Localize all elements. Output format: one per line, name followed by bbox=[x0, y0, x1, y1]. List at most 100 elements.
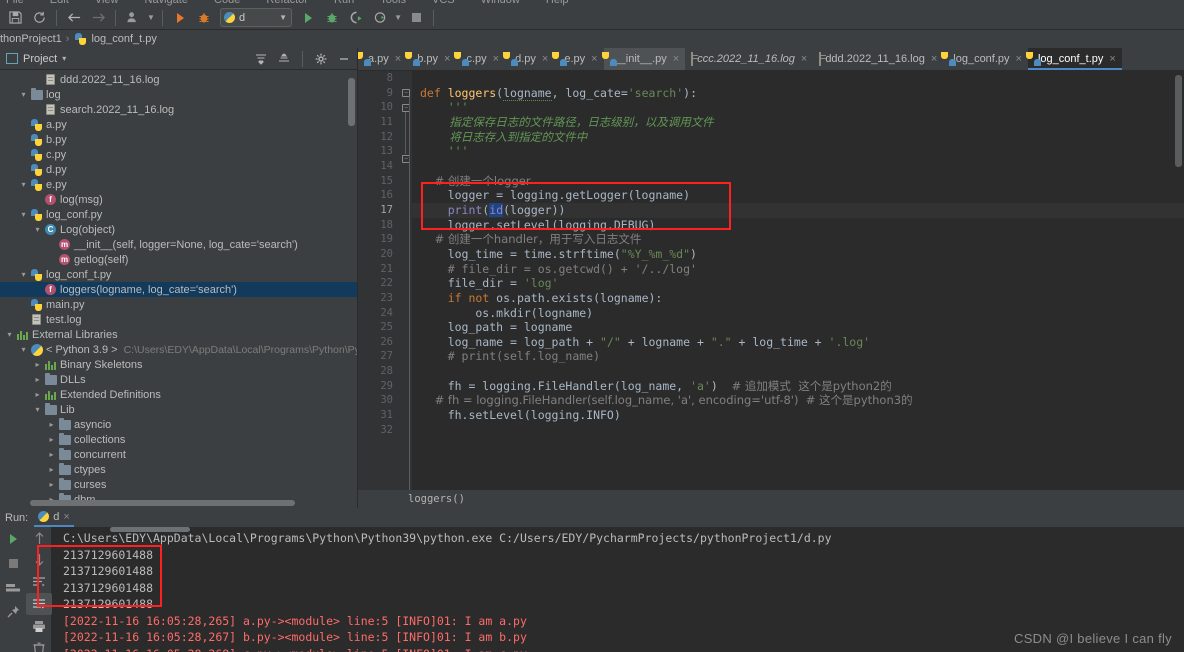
editor-tab[interactable]: ddd.2022_11_16.log × bbox=[813, 48, 943, 70]
editor-tab[interactable]: d.py × bbox=[503, 48, 554, 70]
code-line[interactable]: 将日志存入到指定的文件中 bbox=[412, 130, 1184, 145]
stop-process-icon[interactable] bbox=[0, 551, 26, 575]
tree-item[interactable]: c.py bbox=[0, 147, 357, 162]
code-line[interactable]: 指定保存日志的文件路径，日志级别，以及调用文件 bbox=[412, 115, 1184, 130]
code-line[interactable]: log_name = log_path + "/" + logname + ".… bbox=[412, 335, 1184, 350]
editor-tab[interactable]: b.py × bbox=[405, 48, 456, 70]
code-line[interactable] bbox=[412, 159, 1184, 174]
chevron-right-icon[interactable]: ▸ bbox=[32, 375, 43, 384]
close-icon[interactable]: × bbox=[444, 53, 450, 65]
back-arrow-icon[interactable] bbox=[63, 8, 85, 28]
code-folding-column[interactable]: − − − bbox=[400, 71, 412, 508]
code-line[interactable]: # fh = logging.FileHandler(self.log_name… bbox=[412, 393, 1184, 408]
code-line[interactable]: logger.setLevel(logging.DEBUG) bbox=[412, 218, 1184, 233]
chevron-right-icon[interactable]: ▸ bbox=[32, 360, 43, 369]
code-line[interactable]: log_path = logname bbox=[412, 320, 1184, 335]
editor-tab[interactable]: log_conf_t.py × bbox=[1025, 48, 1122, 70]
scroll-to-end-icon[interactable] bbox=[26, 593, 52, 615]
close-icon[interactable]: × bbox=[673, 53, 679, 65]
chevron-down-icon[interactable]: ▾ bbox=[32, 225, 43, 234]
editor-tab[interactable]: log_conf.py × bbox=[941, 48, 1028, 70]
tree-item[interactable]: search.2022_11_16.log bbox=[0, 102, 357, 117]
debug-green-icon[interactable] bbox=[321, 8, 343, 28]
chevron-right-icon[interactable]: ▸ bbox=[46, 420, 57, 429]
tree-item[interactable]: ▾ log_conf.py bbox=[0, 207, 357, 222]
editor-tab[interactable]: c.py × bbox=[454, 48, 505, 70]
tree-item[interactable]: m __init__(self, logger=None, log_cate='s… bbox=[0, 237, 357, 252]
code-line[interactable]: logger = logging.getLogger(logname) bbox=[412, 188, 1184, 203]
tree-item[interactable]: a.py bbox=[0, 117, 357, 132]
code-line[interactable]: def loggers(logname, log_cate='search'): bbox=[412, 85, 1184, 101]
code-content[interactable]: def loggers(logname, log_cate='search'):… bbox=[412, 71, 1184, 490]
close-icon[interactable]: × bbox=[931, 53, 937, 65]
tree-item[interactable]: ▸ dbm bbox=[0, 492, 357, 500]
chevron-right-icon[interactable]: ▸ bbox=[46, 465, 57, 474]
tree-item[interactable]: b.py bbox=[0, 132, 357, 147]
chevron-down-icon[interactable]: ▾ bbox=[18, 90, 29, 99]
code-line[interactable] bbox=[412, 364, 1184, 379]
tree-item[interactable]: ▸ Extended Definitions bbox=[0, 387, 357, 402]
tree-item[interactable]: ▸ curses bbox=[0, 477, 357, 492]
tree-item[interactable]: ▸ asyncio bbox=[0, 417, 357, 432]
chevron-right-icon[interactable]: ▸ bbox=[46, 435, 57, 444]
down-arrow-icon[interactable] bbox=[26, 549, 52, 571]
code-line[interactable]: ''' bbox=[412, 100, 1184, 115]
run-orange-icon[interactable] bbox=[169, 8, 191, 28]
expand-all-icon[interactable] bbox=[252, 50, 270, 68]
close-icon[interactable]: × bbox=[63, 511, 69, 523]
project-panel-title[interactable]: Project bbox=[23, 53, 57, 65]
trash-icon[interactable] bbox=[26, 637, 52, 652]
chevron-down-icon[interactable]: ▾ bbox=[18, 270, 29, 279]
collapse-all-icon[interactable] bbox=[275, 50, 293, 68]
tree-item[interactable]: ▾ External Libraries bbox=[0, 327, 357, 342]
close-icon[interactable]: × bbox=[395, 53, 401, 65]
gear-icon[interactable] bbox=[312, 50, 330, 68]
run-config-chevron-down-icon[interactable]: ▼ bbox=[279, 13, 287, 22]
tree-item[interactable]: ▸ ctypes bbox=[0, 462, 357, 477]
tree-item[interactable]: ▾ log_conf_t.py bbox=[0, 267, 357, 282]
editor-tab[interactable]: e.py × bbox=[552, 48, 603, 70]
code-line[interactable]: fh.setLevel(logging.INFO) bbox=[412, 408, 1184, 423]
run-configuration-selector[interactable]: d ▼ bbox=[220, 8, 293, 27]
chevron-down-icon[interactable]: ▾ bbox=[32, 405, 43, 414]
project-tree[interactable]: ddd.2022_11_16.log ▾ log search.2022_11_16.… bbox=[0, 70, 357, 500]
code-line[interactable]: ''' bbox=[412, 144, 1184, 159]
close-icon[interactable]: × bbox=[1109, 53, 1115, 65]
pin-icon[interactable] bbox=[0, 599, 26, 623]
print-icon[interactable] bbox=[26, 615, 52, 637]
tree-item[interactable]: f log(msg) bbox=[0, 192, 357, 207]
tree-item[interactable]: test.log bbox=[0, 312, 357, 327]
close-icon[interactable]: × bbox=[542, 53, 548, 65]
sync-icon[interactable] bbox=[28, 8, 50, 28]
code-line[interactable]: log_time = time.strftime("%Y_%m_%d") bbox=[412, 247, 1184, 262]
chevron-right-icon[interactable]: ▸ bbox=[46, 480, 57, 489]
stop-icon[interactable] bbox=[405, 8, 427, 28]
code-line[interactable]: os.mkdir(logname) bbox=[412, 306, 1184, 321]
tree-item[interactable]: ▾ < Python 3.9 > C:\Users\EDY\AppData\Loca… bbox=[0, 342, 357, 357]
chevron-right-icon[interactable]: ▸ bbox=[32, 390, 43, 399]
tree-item[interactable]: ▸ concurrent bbox=[0, 447, 357, 462]
code-line[interactable]: # print(self.log_name) bbox=[412, 349, 1184, 364]
editor-tab[interactable]: a.py × bbox=[358, 48, 407, 70]
run-green-icon[interactable] bbox=[297, 8, 319, 28]
tree-item[interactable]: ▸ DLLs bbox=[0, 372, 357, 387]
console-horizontal-scrollbar[interactable] bbox=[110, 527, 190, 532]
tree-item[interactable]: ▸ collections bbox=[0, 432, 357, 447]
profile-run-icon[interactable] bbox=[369, 8, 391, 28]
chevron-down-icon[interactable]: ▾ bbox=[18, 345, 29, 354]
tree-item[interactable]: ddd.2022_11_16.log bbox=[0, 72, 357, 87]
up-arrow-icon[interactable] bbox=[26, 527, 52, 549]
chevron-down-icon[interactable]: ▾ bbox=[4, 330, 15, 339]
editor-vertical-scrollbar[interactable] bbox=[1175, 75, 1182, 167]
breadcrumb-project[interactable]: thonProject1 bbox=[0, 33, 62, 45]
rerun-icon[interactable] bbox=[0, 527, 26, 551]
tree-item[interactable]: ▾ C Log(object) bbox=[0, 222, 357, 237]
run-tab-d[interactable]: d × bbox=[34, 508, 74, 527]
tree-item[interactable]: main.py bbox=[0, 297, 357, 312]
tree-item[interactable]: ▾ Lib bbox=[0, 402, 357, 417]
debug-orange-icon[interactable] bbox=[193, 8, 215, 28]
fold-marker-def[interactable]: − bbox=[402, 89, 410, 97]
project-tree-horizontal-scrollbar[interactable] bbox=[30, 500, 295, 506]
close-icon[interactable]: × bbox=[591, 53, 597, 65]
soft-wrap-icon[interactable] bbox=[26, 571, 52, 593]
